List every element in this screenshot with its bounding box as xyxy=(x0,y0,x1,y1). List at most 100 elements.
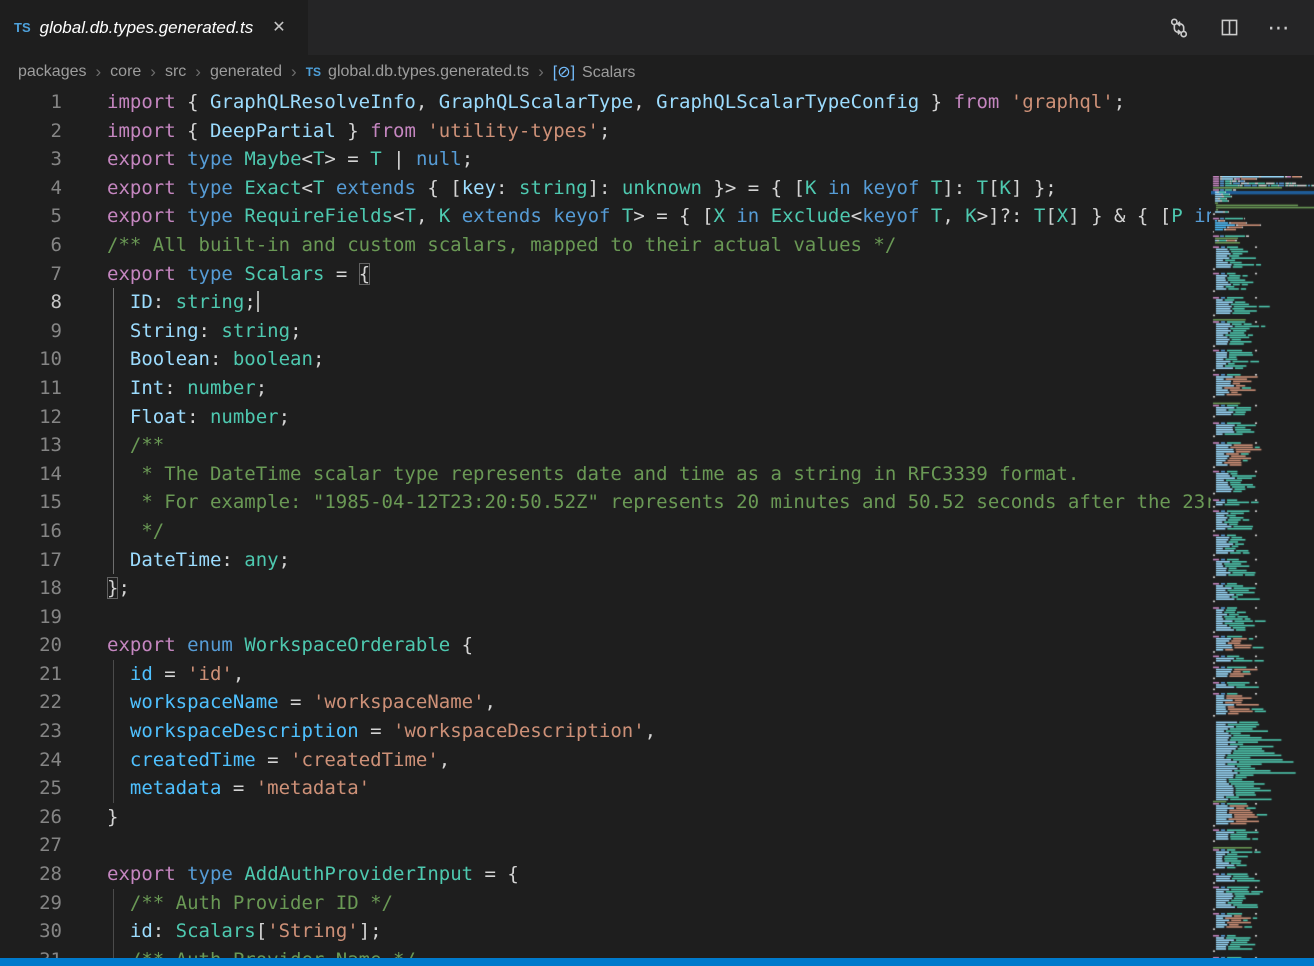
code-line[interactable]: 29 /** Auth Provider ID */ xyxy=(0,889,1211,918)
code-line[interactable]: 31 /** Auth Provider Name */ xyxy=(0,946,1211,958)
code-line[interactable]: 14 * The DateTime scalar type represents… xyxy=(0,460,1211,489)
code-line[interactable]: 16 */ xyxy=(0,517,1211,546)
line-number: 22 xyxy=(0,688,62,717)
indent-guide xyxy=(113,345,114,374)
symbol-type-icon: [⊘] xyxy=(553,64,575,81)
code-line[interactable]: 18}; xyxy=(0,574,1211,603)
line-number: 28 xyxy=(0,860,62,889)
line-number: 20 xyxy=(0,631,62,660)
code-text: /** Auth Provider ID */ xyxy=(62,889,393,918)
code-text: * For example: "1985-04-12T23:20:50.52Z"… xyxy=(62,488,1211,517)
indent-guide xyxy=(113,774,114,803)
code-text: export enum WorkspaceOrderable { xyxy=(62,631,473,660)
code-line[interactable]: 22 workspaceName = 'workspaceName', xyxy=(0,688,1211,717)
line-number: 30 xyxy=(0,917,62,946)
tab-close-icon[interactable]: ✕ xyxy=(269,18,288,38)
breadcrumb-item-file[interactable]: TS global.db.types.generated.ts xyxy=(306,63,529,81)
code-line[interactable]: 2import { DeepPartial } from 'utility-ty… xyxy=(0,117,1211,146)
line-number: 13 xyxy=(0,431,62,460)
code-line[interactable]: 24 createdTime = 'createdTime', xyxy=(0,746,1211,775)
line-number: 17 xyxy=(0,546,62,575)
minimap[interactable] xyxy=(1211,176,1314,958)
code-text: workspaceDescription = 'workspaceDescrip… xyxy=(62,717,656,746)
code-text: } xyxy=(62,803,118,832)
code-line[interactable]: 10 Boolean: boolean; xyxy=(0,345,1211,374)
code-line[interactable]: 28export type AddAuthProviderInput = { xyxy=(0,860,1211,889)
breadcrumb-item-src[interactable]: src xyxy=(165,63,186,81)
code-text: Float: number; xyxy=(62,403,290,432)
status-bar[interactable] xyxy=(0,958,1314,966)
code-line[interactable]: 12 Float: number; xyxy=(0,403,1211,432)
code-text: /** All built-in and custom scalars, map… xyxy=(62,231,896,260)
code-text: export type Scalars = { xyxy=(62,260,370,289)
code-line[interactable]: 19 xyxy=(0,603,1211,632)
line-number: 14 xyxy=(0,460,62,489)
breadcrumb-separator: › xyxy=(96,62,102,82)
code-line[interactable]: 25 metadata = 'metadata' xyxy=(0,774,1211,803)
line-number: 25 xyxy=(0,774,62,803)
code-line[interactable]: 7export type Scalars = { xyxy=(0,260,1211,289)
code-area[interactable]: 1import { GraphQLResolveInfo, GraphQLSca… xyxy=(0,88,1211,958)
code-line[interactable]: 20export enum WorkspaceOrderable { xyxy=(0,631,1211,660)
tab-bar: TS global.db.types.generated.ts ✕ xyxy=(0,0,1314,55)
code-line[interactable]: 8 ID: string; xyxy=(0,288,1211,317)
code-text: id = 'id', xyxy=(62,660,244,689)
indent-guide xyxy=(113,660,114,689)
line-number: 7 xyxy=(0,260,62,289)
split-editor-button[interactable] xyxy=(1216,15,1242,41)
indent-guide xyxy=(113,946,114,958)
split-editor-icon xyxy=(1219,17,1240,38)
line-number: 4 xyxy=(0,174,62,203)
code-line[interactable]: 30 id: Scalars['String']; xyxy=(0,917,1211,946)
line-number: 8 xyxy=(0,288,62,317)
breadcrumb-file-name: global.db.types.generated.ts xyxy=(328,63,529,80)
code-line[interactable]: 6/** All built-in and custom scalars, ma… xyxy=(0,231,1211,260)
code-line[interactable]: 15 * For example: "1985-04-12T23:20:50.5… xyxy=(0,488,1211,517)
line-number: 11 xyxy=(0,374,62,403)
indent-guide xyxy=(113,317,114,346)
code-line[interactable]: 26} xyxy=(0,803,1211,832)
code-text: Boolean: boolean; xyxy=(62,345,324,374)
line-number: 21 xyxy=(0,660,62,689)
code-line[interactable]: 3export type Maybe<T> = T | null; xyxy=(0,145,1211,174)
breadcrumb-item-core[interactable]: core xyxy=(110,63,141,81)
breadcrumb-item-symbol[interactable]: [⊘] Scalars xyxy=(553,62,636,82)
breadcrumb-item-generated[interactable]: generated xyxy=(210,63,282,81)
code-line[interactable]: 4export type Exact<T extends { [key: str… xyxy=(0,174,1211,203)
code-text: ID: string; xyxy=(62,288,259,317)
line-number: 9 xyxy=(0,317,62,346)
code-line[interactable]: 27 xyxy=(0,831,1211,860)
code-text: * The DateTime scalar type represents da… xyxy=(62,460,1079,489)
indent-guide xyxy=(113,517,114,546)
code-line[interactable]: 9 String: string; xyxy=(0,317,1211,346)
compare-changes-button[interactable] xyxy=(1166,15,1192,41)
code-line[interactable]: 5export type RequireFields<T, K extends … xyxy=(0,202,1211,231)
line-number: 23 xyxy=(0,717,62,746)
code-line[interactable]: 1import { GraphQLResolveInfo, GraphQLSca… xyxy=(0,88,1211,117)
tab-global-db-types-generated[interactable]: TS global.db.types.generated.ts ✕ xyxy=(0,0,308,55)
code-line[interactable]: 13 /** xyxy=(0,431,1211,460)
line-number: 10 xyxy=(0,345,62,374)
indent-guide xyxy=(113,889,114,918)
code-text: metadata = 'metadata' xyxy=(62,774,370,803)
line-number: 29 xyxy=(0,889,62,918)
compare-changes-icon xyxy=(1168,17,1190,39)
code-text: workspaceName = 'workspaceName', xyxy=(62,688,496,717)
line-number: 15 xyxy=(0,488,62,517)
code-text: import { GraphQLResolveInfo, GraphQLScal… xyxy=(62,88,1125,117)
typescript-file-icon: TS xyxy=(306,65,321,79)
code-text: id: Scalars['String']; xyxy=(62,917,382,946)
code-line[interactable]: 11 Int: number; xyxy=(0,374,1211,403)
code-line[interactable]: 23 workspaceDescription = 'workspaceDesc… xyxy=(0,717,1211,746)
breadcrumb-symbol-name: Scalars xyxy=(582,64,635,81)
code-line[interactable]: 17 DateTime: any; xyxy=(0,546,1211,575)
more-actions-button[interactable]: ⋯ xyxy=(1266,15,1292,41)
typescript-file-icon: TS xyxy=(14,20,31,35)
code-line[interactable]: 21 id = 'id', xyxy=(0,660,1211,689)
breadcrumb: packages›core›src›generated›TSglobal.db.… xyxy=(0,55,1314,88)
editor-actions: ⋯ xyxy=(1166,0,1314,55)
breadcrumb-item-packages[interactable]: packages xyxy=(18,63,87,81)
code-text: export type AddAuthProviderInput = { xyxy=(62,860,519,889)
breadcrumb-separator: › xyxy=(150,62,156,82)
breadcrumb-separator: › xyxy=(291,62,297,82)
